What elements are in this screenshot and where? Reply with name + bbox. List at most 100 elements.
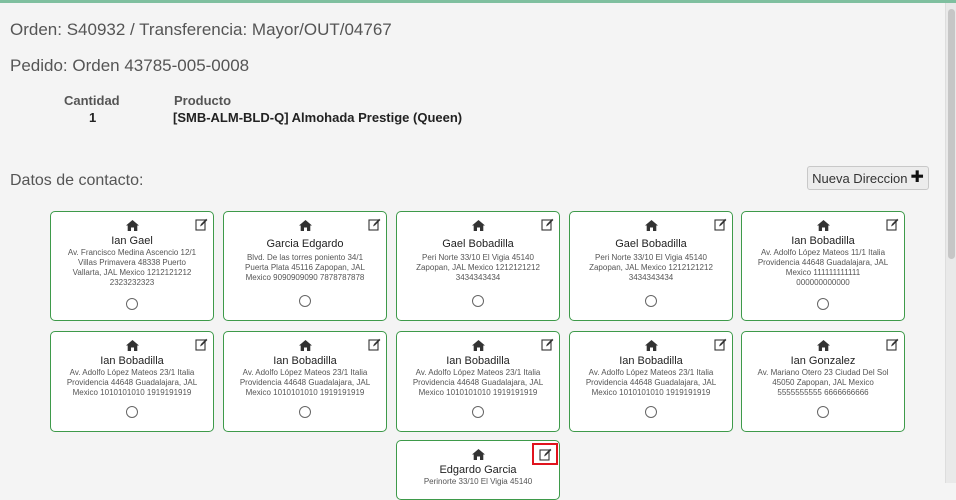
address-card[interactable]: Ian Bobadilla Av. Adolfo López Mateos 23… bbox=[50, 331, 214, 432]
select-radio[interactable] bbox=[472, 295, 484, 307]
address-card[interactable]: Gael Bobadilla Peri Norte 33/10 El Vigia… bbox=[396, 211, 560, 321]
card-address: Peri Norte 33/10 El Vigia 45140 Zapopan,… bbox=[405, 253, 551, 283]
card-name: Gael Bobadilla bbox=[442, 238, 514, 250]
address-line: Av. Adolfo López Mateos 23/1 Italia bbox=[242, 368, 368, 377]
address-line: Av. Adolfo López Mateos 23/1 Italia bbox=[588, 368, 714, 377]
home-icon bbox=[397, 340, 559, 351]
card-name: Ian Bobadilla bbox=[791, 235, 855, 247]
address-card[interactable]: Ian Bobadilla Av. Adolfo López Mateos 23… bbox=[396, 331, 560, 432]
card-name: Ian Gael bbox=[111, 235, 153, 247]
edit-icon[interactable] bbox=[194, 217, 208, 231]
edit-icon[interactable] bbox=[540, 337, 554, 351]
edit-icon[interactable] bbox=[713, 337, 727, 351]
top-accent-bar bbox=[0, 0, 956, 3]
new-address-button[interactable]: Nueva Direccion ✚ bbox=[807, 166, 929, 190]
select-radio[interactable] bbox=[299, 406, 311, 418]
contact-section-title: Datos de contacto: bbox=[10, 172, 144, 189]
address-line: Vallarta, JAL Mexico 1212121212 bbox=[72, 268, 192, 277]
scrollbar-thumb[interactable] bbox=[948, 9, 955, 259]
select-radio[interactable] bbox=[126, 298, 138, 310]
address-line: Blvd. De las torres poniento 34/1 bbox=[246, 253, 364, 262]
select-radio[interactable] bbox=[817, 406, 829, 418]
address-card[interactable]: Ian Gael Av. Francisco Medina Ascencio 1… bbox=[50, 211, 214, 321]
select-radio[interactable] bbox=[645, 406, 657, 418]
address-line: Mexico 1010101010 1919191919 bbox=[245, 388, 365, 397]
address-line: Peri Norte 33/10 El Vigia 45140 bbox=[595, 253, 707, 262]
producto-label: Producto bbox=[174, 93, 232, 108]
home-icon bbox=[742, 340, 904, 351]
card-address: Av. Adolfo López Mateos 23/1 Italia Prov… bbox=[405, 368, 551, 398]
address-card[interactable]: Ian Gonzalez Av. Mariano Otero 23 Ciudad… bbox=[741, 331, 905, 432]
address-line: Zapopan, JAL Mexico 1212121212 bbox=[589, 263, 713, 272]
card-address: Av. Adolfo López Mateos 11/1 Italia Prov… bbox=[750, 248, 896, 288]
edit-icon[interactable] bbox=[713, 217, 727, 231]
address-line: Mexico 1010101010 1919191919 bbox=[72, 388, 192, 397]
home-icon bbox=[397, 220, 559, 231]
edit-icon[interactable] bbox=[367, 217, 381, 231]
address-line: 5555555555 6666666666 bbox=[777, 388, 869, 397]
address-line: 3434343434 bbox=[628, 273, 674, 282]
producto-value: [SMB-ALM-BLD-Q] Almohada Prestige (Queen… bbox=[173, 110, 463, 125]
card-name: Ian Bobadilla bbox=[100, 355, 164, 367]
card-address: Peri Norte 33/10 El Vigia 45140 Zapopan,… bbox=[578, 253, 724, 283]
card-address: Perinorte 33/10 El Vigia 45140 bbox=[405, 477, 551, 487]
address-card[interactable]: Ian Bobadilla Av. Adolfo López Mateos 23… bbox=[223, 331, 387, 432]
address-line: Av. Francisco Medina Ascencio 12/1 bbox=[67, 248, 197, 257]
card-address: Blvd. De las torres poniento 34/1 Puerta… bbox=[232, 253, 378, 283]
edit-icon[interactable] bbox=[885, 337, 899, 351]
address-line: Peri Norte 33/10 El Vigia 45140 bbox=[422, 253, 534, 262]
card-name: Ian Bobadilla bbox=[273, 355, 337, 367]
select-radio[interactable] bbox=[817, 298, 829, 310]
pedido-title: Pedido: Orden 43785-005-0008 bbox=[10, 56, 250, 75]
home-icon bbox=[224, 340, 386, 351]
address-line: Puerta Plata 45116 Zapopan, JAL bbox=[245, 263, 365, 272]
address-line: Av. Adolfo López Mateos 23/1 Italia bbox=[415, 368, 541, 377]
address-card[interactable]: Gael Bobadilla Peri Norte 33/10 El Vigia… bbox=[569, 211, 733, 321]
address-line: Providencia 44648 Guadalajara, JAL bbox=[585, 378, 717, 387]
address-line: Mexico 1010101010 1919191919 bbox=[418, 388, 538, 397]
address-line: Providencia 44648 Guadalajara, JAL bbox=[66, 378, 198, 387]
address-line: Providencia 44648 Guadalajara, JAL bbox=[757, 258, 889, 267]
home-icon bbox=[224, 220, 386, 231]
edit-icon[interactable] bbox=[885, 217, 899, 231]
address-card[interactable]: Edgardo Garcia Perinorte 33/10 El Vigia … bbox=[396, 440, 560, 500]
home-icon bbox=[570, 220, 732, 231]
home-icon bbox=[742, 220, 904, 231]
edit-icon[interactable] bbox=[540, 217, 554, 231]
address-line: 3434343434 bbox=[455, 273, 501, 282]
address-line: Mexico 9090909090 7878787878 bbox=[245, 273, 365, 282]
address-line: Zapopan, JAL Mexico 1212121212 bbox=[416, 263, 540, 272]
address-line: Mexico 111111111111 bbox=[785, 268, 861, 277]
card-address: Av. Mariano Otero 23 Ciudad Del Sol 4505… bbox=[750, 368, 896, 398]
address-card[interactable]: Ian Bobadilla Av. Adolfo López Mateos 11… bbox=[741, 211, 905, 321]
edit-icon[interactable] bbox=[194, 337, 208, 351]
address-line: Providencia 44648 Guadalajara, JAL bbox=[412, 378, 544, 387]
select-radio[interactable] bbox=[299, 295, 311, 307]
address-line: 2323232323 bbox=[109, 278, 155, 287]
select-radio[interactable] bbox=[126, 406, 138, 418]
card-address: Av. Francisco Medina Ascencio 12/1 Villa… bbox=[59, 248, 205, 288]
address-line: 000000000000 bbox=[796, 278, 850, 287]
card-name: Edgardo Garcia bbox=[439, 464, 517, 476]
card-address: Av. Adolfo López Mateos 23/1 Italia Prov… bbox=[578, 368, 724, 398]
address-line: Perinorte 33/10 El Vigia 45140 bbox=[423, 477, 533, 486]
address-card[interactable]: Garcia Edgardo Blvd. De las torres ponie… bbox=[223, 211, 387, 321]
select-radio[interactable] bbox=[645, 295, 657, 307]
home-icon bbox=[51, 220, 213, 231]
address-line: Av. Adolfo López Mateos 23/1 Italia bbox=[69, 368, 195, 377]
address-line: Av. Mariano Otero 23 Ciudad Del Sol bbox=[757, 368, 889, 377]
card-name: Garcia Edgardo bbox=[266, 238, 344, 250]
edit-icon[interactable] bbox=[532, 443, 558, 465]
home-icon bbox=[51, 340, 213, 351]
card-name: Gael Bobadilla bbox=[615, 238, 687, 250]
select-radio[interactable] bbox=[472, 406, 484, 418]
card-name: Ian Bobadilla bbox=[446, 355, 510, 367]
cantidad-label: Cantidad bbox=[64, 93, 120, 108]
card-address: Av. Adolfo López Mateos 23/1 Italia Prov… bbox=[59, 368, 205, 398]
card-name: Ian Gonzalez bbox=[790, 355, 856, 367]
scrollbar[interactable] bbox=[945, 3, 956, 483]
home-icon bbox=[570, 340, 732, 351]
address-card[interactable]: Ian Bobadilla Av. Adolfo López Mateos 23… bbox=[569, 331, 733, 432]
edit-icon[interactable] bbox=[367, 337, 381, 351]
order-title: Orden: S40932 / Transferencia: Mayor/OUT… bbox=[10, 20, 392, 39]
